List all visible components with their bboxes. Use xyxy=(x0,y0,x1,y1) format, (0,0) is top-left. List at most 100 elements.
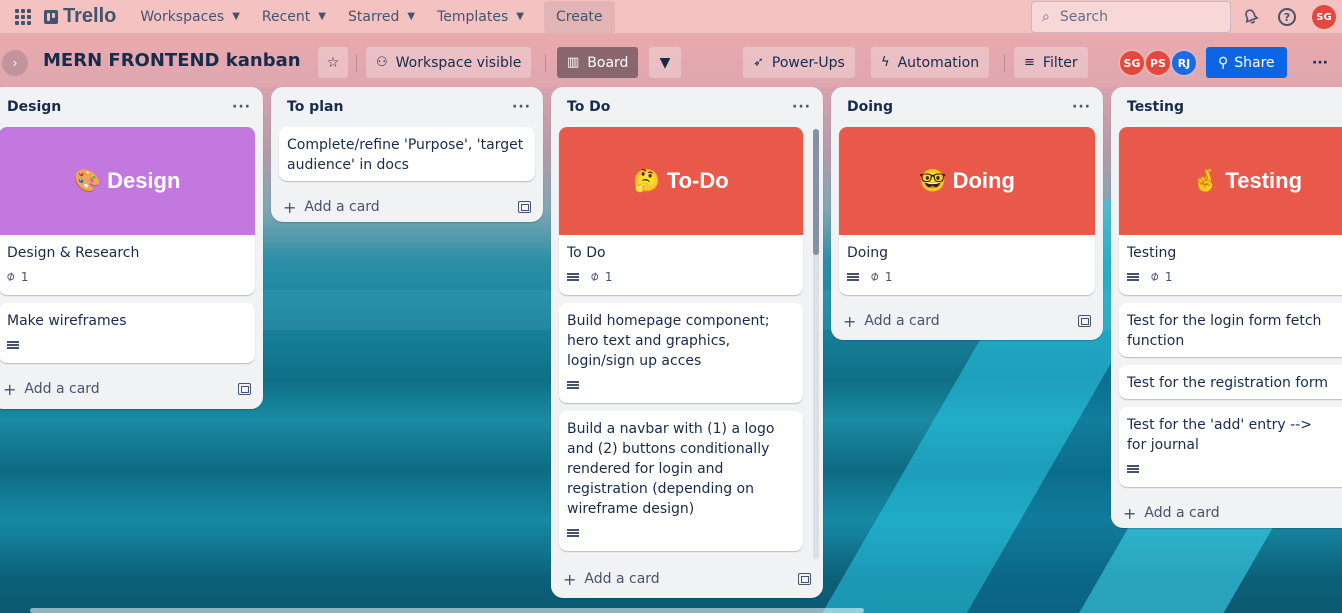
create-button[interactable]: Create xyxy=(544,0,615,33)
add-card-label: Add a card xyxy=(1144,505,1220,521)
nav-workspaces[interactable]: Workspaces ▼ xyxy=(130,2,250,32)
board-horizontal-scrollbar[interactable] xyxy=(30,608,864,613)
list-title[interactable]: Doing xyxy=(847,99,893,115)
card-title: To Do xyxy=(567,245,606,261)
automation-button[interactable]: ϟ Automation xyxy=(871,47,990,78)
attachment-count: 1 xyxy=(884,270,893,284)
visibility-button[interactable]: ⚇ Workspace visible xyxy=(366,47,532,78)
nav-label: Starred xyxy=(347,8,400,25)
nav-recent[interactable]: Recent ▼ xyxy=(252,2,336,32)
chevron-down-icon: ▼ xyxy=(659,54,671,71)
nav-starred[interactable]: Starred ▼ xyxy=(338,2,425,32)
chevron-right-icon[interactable]: › xyxy=(2,50,28,76)
description-icon xyxy=(847,272,859,282)
paperclip-icon: ⌀ xyxy=(1147,268,1162,286)
ellipsis-icon[interactable]: ··· xyxy=(1072,99,1091,115)
description-icon xyxy=(567,528,579,538)
visibility-label: Workspace visible xyxy=(395,54,522,71)
ellipsis-icon[interactable]: ··· xyxy=(232,99,251,115)
list-card[interactable]: 🤔 To-Do To Do ⌀ 1 xyxy=(559,127,803,295)
add-card-button[interactable]: + Add a card xyxy=(271,189,543,225)
add-card-button[interactable]: + Add a card xyxy=(0,371,263,407)
nav-templates[interactable]: Templates ▼ xyxy=(427,2,534,32)
card-cover: 🤞 Testing xyxy=(1119,127,1342,235)
list-card[interactable]: Test for the 'add' entry --> for journal xyxy=(1119,407,1342,487)
add-card-button[interactable]: + Add a card xyxy=(1111,495,1342,528)
member-avatar[interactable]: SG xyxy=(1118,49,1146,77)
apps-grid-icon[interactable] xyxy=(10,4,36,30)
ellipsis-icon[interactable]: ··· xyxy=(512,99,531,115)
board-title[interactable]: MERN FRONTEND kanban xyxy=(43,50,301,71)
trello-logo[interactable]: Trello xyxy=(44,5,116,28)
user-avatar[interactable]: SG xyxy=(1312,5,1336,29)
card-template-icon[interactable] xyxy=(798,573,811,585)
powerups-label: Power-Ups xyxy=(771,54,845,71)
board-view-button[interactable]: ▥ Board xyxy=(557,47,639,78)
card-cover: 🤓 Doing xyxy=(839,127,1095,235)
add-card-button[interactable]: + Add a card xyxy=(551,561,823,597)
add-card-label: Add a card xyxy=(24,381,100,397)
list-card[interactable]: Build a navbar with (1) a logo and (2) b… xyxy=(559,411,803,551)
card-title: Build homepage component; hero text and … xyxy=(567,313,770,369)
trello-logo-icon xyxy=(44,9,58,24)
bolt-icon: ϟ xyxy=(881,55,890,70)
list-title[interactable]: To Do xyxy=(567,99,610,115)
logo-text: Trello xyxy=(63,5,117,27)
description-icon xyxy=(1127,272,1139,282)
add-person-icon: ⚲ xyxy=(1218,54,1229,71)
search-placeholder: Search xyxy=(1059,9,1108,25)
member-avatar[interactable]: PS xyxy=(1144,49,1172,77)
ellipsis-icon[interactable]: ··· xyxy=(1306,47,1334,78)
list-card[interactable]: Test for the registration form xyxy=(1119,365,1342,399)
card-title: Test for the login form fetch function xyxy=(1127,313,1322,349)
card-template-icon[interactable] xyxy=(238,383,251,395)
list-title[interactable]: Design xyxy=(7,99,61,115)
board-header: › MERN FRONTEND kanban ☆ ⚇ Workspace vis… xyxy=(0,38,1342,87)
attachment-badge: ⌀ 1 xyxy=(1148,267,1173,287)
card-title: Complete/refine 'Purpose', 'target audie… xyxy=(287,137,524,173)
card-title: Build a navbar with (1) a logo and (2) b… xyxy=(567,421,775,517)
list-card[interactable]: 🤞 Testing Testing ⌀ 1 xyxy=(1119,127,1342,295)
card-template-icon[interactable] xyxy=(1078,315,1091,327)
chevron-down-icon: ▼ xyxy=(232,11,240,22)
plus-icon: + xyxy=(3,379,17,399)
list-testing: Testing 🤞 Testing Testing ⌀ 1 Test for t… xyxy=(1111,87,1342,528)
help-icon[interactable]: ? xyxy=(1276,6,1298,28)
plus-icon: + xyxy=(283,197,297,217)
list-card[interactable]: 🎨 Design Design & Research ⌀ 1 xyxy=(0,127,255,295)
member-avatar[interactable]: RJ xyxy=(1170,49,1198,77)
plus-icon: + xyxy=(1123,503,1137,523)
attachment-count: 1 xyxy=(20,270,29,284)
attachment-badge: ⌀ 1 xyxy=(4,267,29,287)
card-title: Make wireframes xyxy=(7,313,127,329)
bell-icon[interactable] xyxy=(1240,6,1262,28)
paperclip-icon: ⌀ xyxy=(3,268,18,286)
chevron-down-icon: ▼ xyxy=(407,11,416,22)
list-scrollbar-thumb[interactable] xyxy=(813,129,819,255)
plus-icon: + xyxy=(563,569,577,589)
powerups-button[interactable]: ➶ Power-Ups xyxy=(743,47,855,78)
card-title: Design & Research xyxy=(7,245,140,261)
card-template-icon[interactable] xyxy=(518,201,531,213)
list-card[interactable]: Make wireframes xyxy=(0,303,255,363)
card-cover: 🎨 Design xyxy=(0,127,255,235)
filter-button[interactable]: ≡ Filter xyxy=(1014,47,1088,78)
card-title: Test for the 'add' entry --> for journal xyxy=(1127,417,1312,453)
list-card[interactable]: Test for the login form fetch function xyxy=(1119,303,1342,357)
star-button[interactable]: ☆ xyxy=(318,47,348,78)
add-card-label: Add a card xyxy=(584,571,660,587)
ellipsis-icon[interactable]: ··· xyxy=(792,99,811,115)
add-card-button[interactable]: + Add a card xyxy=(831,303,1103,339)
search-input[interactable]: ⌕ Search xyxy=(1031,1,1231,33)
rocket-icon: ➶ xyxy=(753,55,764,70)
list-title[interactable]: To plan xyxy=(287,99,343,115)
filter-label: Filter xyxy=(1042,54,1078,71)
list-card[interactable]: Build homepage component; hero text and … xyxy=(559,303,803,403)
list-card[interactable]: 🤓 Doing Doing ⌀ 1 xyxy=(839,127,1095,295)
automation-label: Automation xyxy=(897,54,980,71)
list-card[interactable]: Complete/refine 'Purpose', 'target audie… xyxy=(279,127,535,181)
views-dropdown-button[interactable]: ▼ xyxy=(649,47,681,78)
list-title[interactable]: Testing xyxy=(1127,99,1184,115)
share-button[interactable]: ⚲ Share xyxy=(1206,47,1287,78)
filter-icon: ≡ xyxy=(1024,55,1035,70)
